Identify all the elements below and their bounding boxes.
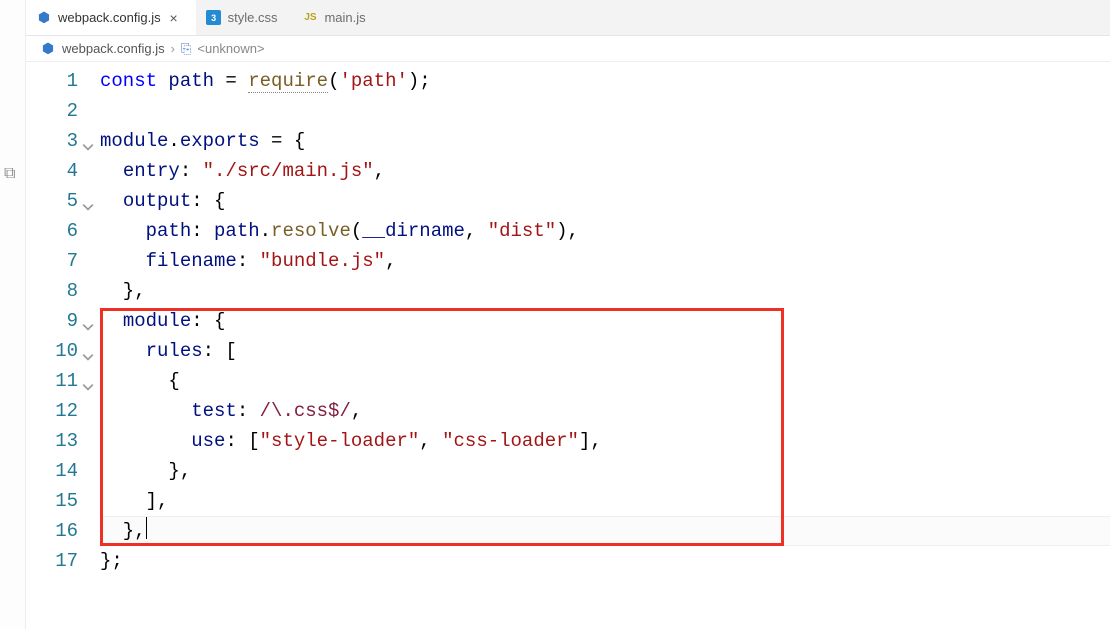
symbol-icon: ⎘ [181, 41, 191, 57]
close-icon[interactable]: × [167, 11, 181, 25]
line-number[interactable]: 12 [26, 396, 78, 426]
line-number[interactable]: 5 [26, 186, 78, 216]
fold-chevron-icon[interactable] [82, 373, 94, 385]
line-number[interactable]: 1 [26, 66, 78, 96]
breadcrumb-symbol: <unknown> [197, 41, 264, 56]
activity-bar: ⧉ [0, 0, 26, 629]
tab-label: style.css [228, 10, 278, 25]
tab-bar: ⬢ webpack.config.js × 3 style.css JS mai… [26, 0, 1110, 36]
line-number[interactable]: 10 [26, 336, 78, 366]
fold-chevron-icon[interactable] [82, 343, 94, 355]
line-gutter[interactable]: 1234567891011121314151617 [26, 66, 100, 576]
tab-label: webpack.config.js [58, 10, 161, 25]
line-number[interactable]: 14 [26, 456, 78, 486]
code-line[interactable]: module.exports = { [100, 126, 1110, 156]
line-number[interactable]: 3 [26, 126, 78, 156]
code-line[interactable]: }, [100, 516, 1110, 546]
code-line[interactable]: const path = require('path'); [100, 66, 1110, 96]
code-line[interactable] [100, 96, 1110, 126]
line-number[interactable]: 8 [26, 276, 78, 306]
code-line[interactable]: }; [100, 546, 1110, 576]
breadcrumb[interactable]: ⬢ webpack.config.js › ⎘ <unknown> [26, 36, 1110, 62]
tab-style-css[interactable]: 3 style.css [196, 0, 293, 35]
tab-label: main.js [324, 10, 365, 25]
fold-chevron-icon[interactable] [82, 133, 94, 145]
code-line[interactable]: entry: "./src/main.js", [100, 156, 1110, 186]
code-line[interactable]: module: { [100, 306, 1110, 336]
line-number[interactable]: 9 [26, 306, 78, 336]
line-number[interactable]: 4 [26, 156, 78, 186]
text-cursor [146, 517, 147, 539]
webpack-icon: ⬢ [40, 41, 56, 57]
code-line[interactable]: { [100, 366, 1110, 396]
fold-chevron-icon[interactable] [82, 313, 94, 325]
js-icon: JS [302, 10, 318, 26]
breadcrumb-file: webpack.config.js [62, 41, 165, 56]
tab-webpack-config[interactable]: ⬢ webpack.config.js × [26, 0, 196, 35]
code-line[interactable]: path: path.resolve(__dirname, "dist"), [100, 216, 1110, 246]
code-editor[interactable]: 1234567891011121314151617 const path = r… [26, 62, 1110, 629]
line-number[interactable]: 15 [26, 486, 78, 516]
code-line[interactable]: output: { [100, 186, 1110, 216]
code-line[interactable]: ], [100, 486, 1110, 516]
line-number[interactable]: 6 [26, 216, 78, 246]
code-line[interactable]: rules: [ [100, 336, 1110, 366]
line-number[interactable]: 7 [26, 246, 78, 276]
line-number[interactable]: 17 [26, 546, 78, 576]
chevron-right-icon: › [171, 41, 175, 56]
code-line[interactable]: }, [100, 276, 1110, 306]
webpack-icon: ⬢ [36, 10, 52, 26]
line-number[interactable]: 13 [26, 426, 78, 456]
tab-main-js[interactable]: JS main.js [292, 0, 380, 35]
code-line[interactable]: }, [100, 456, 1110, 486]
code-line[interactable]: test: /\.css$/, [100, 396, 1110, 426]
code-content[interactable]: const path = require('path'); module.expo… [100, 66, 1110, 576]
code-line[interactable]: filename: "bundle.js", [100, 246, 1110, 276]
code-line[interactable]: use: ["style-loader", "css-loader"], [100, 426, 1110, 456]
collapse-icon[interactable]: ⧉ [4, 165, 15, 183]
editor-area: ⬢ webpack.config.js × 3 style.css JS mai… [26, 0, 1110, 629]
css-icon: 3 [206, 10, 222, 26]
line-number[interactable]: 11 [26, 366, 78, 396]
line-number[interactable]: 2 [26, 96, 78, 126]
fold-chevron-icon[interactable] [82, 193, 94, 205]
line-number[interactable]: 16 [26, 516, 78, 546]
